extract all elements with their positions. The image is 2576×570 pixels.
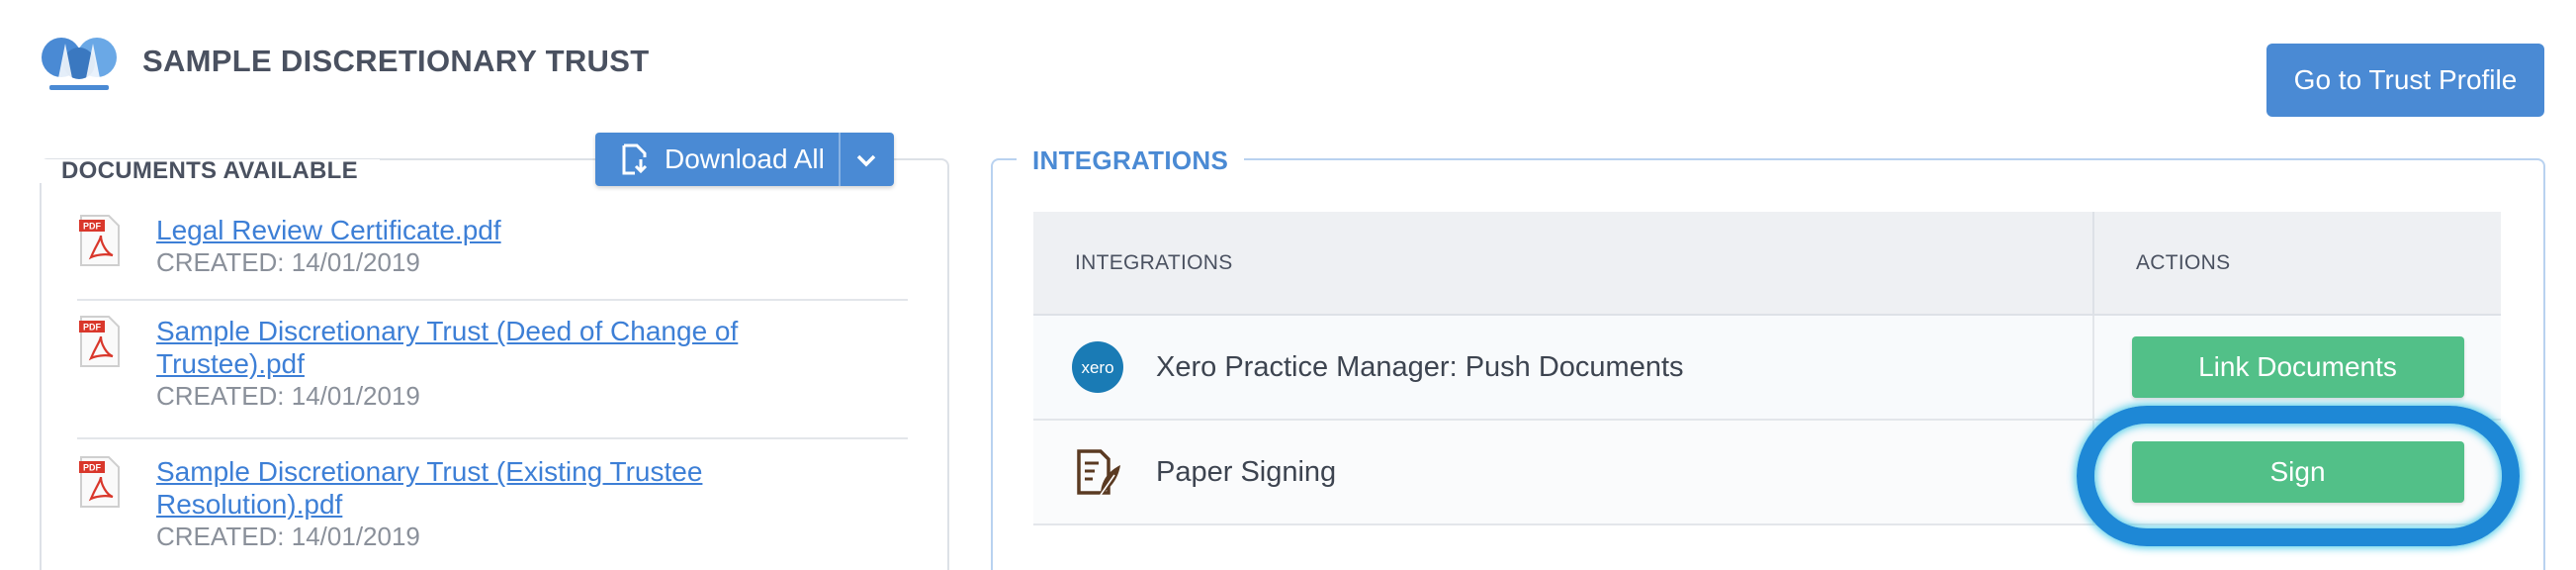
pdf-file-icon: PDF <box>79 215 120 266</box>
sign-button[interactable]: Sign <box>2131 441 2464 503</box>
trust-page: SAMPLE DISCRETIONARY TRUST Go to Trust P… <box>0 0 2576 570</box>
svg-text:PDF: PDF <box>83 323 102 332</box>
svg-text:PDF: PDF <box>83 222 102 232</box>
download-all-button[interactable]: Download All <box>595 133 894 186</box>
page-title: SAMPLE DISCRETIONARY TRUST <box>142 44 650 78</box>
document-created-date: CREATED: 14/01/2019 <box>156 522 420 551</box>
download-split-divider <box>839 133 841 186</box>
integration-cell: Paper Signing <box>1033 420 2093 525</box>
column-header-actions: ACTIONS <box>2092 212 2501 316</box>
pdf-file-icon: PDF <box>79 316 120 367</box>
download-file-icon <box>622 143 648 175</box>
list-item: PDF Legal Review Certificate.pdf CREATED… <box>77 210 908 301</box>
actions-cell: Sign <box>2092 420 2501 525</box>
chevron-down-icon[interactable] <box>854 148 878 172</box>
document-link[interactable]: Legal Review Certificate.pdf <box>156 214 769 246</box>
table-header-row: INTEGRATIONS ACTIONS <box>1033 212 2501 316</box>
integrations-panel-title: INTEGRATIONS <box>1017 145 1245 176</box>
documents-panel-title: DOCUMENTS AVAILABLE <box>40 159 380 183</box>
document-link[interactable]: Sample Discretionary Trust (Deed of Chan… <box>156 315 769 380</box>
document-created-date: CREATED: 14/01/2019 <box>156 381 420 411</box>
svg-text:xero: xero <box>1081 358 1113 377</box>
integration-name: Xero Practice Manager: Push Documents <box>1156 350 1684 383</box>
actions-cell: Link Documents <box>2092 315 2501 421</box>
document-link[interactable]: Sample Discretionary Trust (Existing Tru… <box>156 455 769 521</box>
table-row: xero Xero Practice Manager: Push Documen… <box>1033 315 2501 421</box>
download-all-label: Download All <box>665 143 825 174</box>
trust-logo-icon <box>42 38 117 90</box>
paper-signing-icon <box>1077 449 1120 496</box>
document-list: PDF Legal Review Certificate.pdf CREATED… <box>77 210 908 570</box>
integration-name: Paper Signing <box>1156 455 1337 488</box>
list-item: PDF Sample Discretionary Trust (Existing… <box>77 439 908 570</box>
go-to-trust-profile-button[interactable]: Go to Trust Profile <box>2266 44 2544 117</box>
xero-logo-icon: xero <box>1072 341 1123 393</box>
svg-text:PDF: PDF <box>83 463 102 473</box>
document-created-date: CREATED: 14/01/2019 <box>156 247 420 277</box>
table-row: Paper Signing Sign <box>1033 420 2501 525</box>
integrations-table: INTEGRATIONS ACTIONS xero Xero Practice … <box>1033 212 2501 525</box>
column-header-integrations: INTEGRATIONS <box>1033 212 2093 316</box>
pdf-file-icon: PDF <box>79 456 120 508</box>
integration-cell: xero Xero Practice Manager: Push Documen… <box>1033 315 2093 421</box>
list-item: PDF Sample Discretionary Trust (Deed of … <box>77 301 908 439</box>
link-documents-button[interactable]: Link Documents <box>2131 336 2464 398</box>
